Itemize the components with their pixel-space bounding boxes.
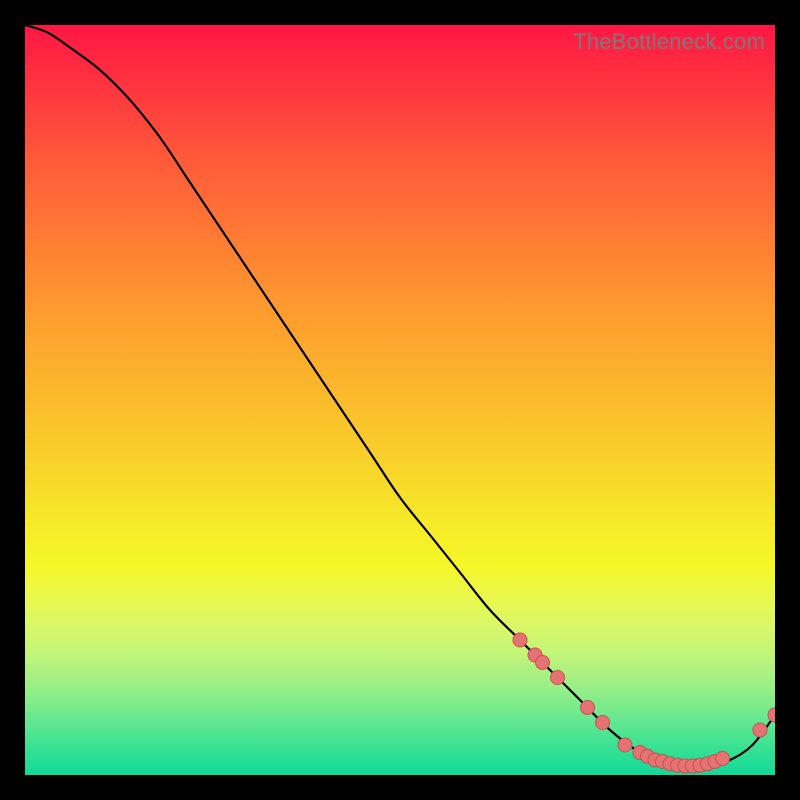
data-marker [716,752,730,766]
curve-overlay [25,25,775,775]
data-marker [753,723,767,737]
data-marker [513,633,527,647]
plot-area: TheBottleneck.com [25,25,775,775]
data-marker [551,671,565,685]
data-marker [618,738,632,752]
data-marker [596,716,610,730]
data-marker [536,656,550,670]
chart-frame: TheBottleneck.com [0,0,800,800]
bottleneck-curve [25,25,775,768]
marker-layer [513,633,775,773]
data-marker [768,708,775,722]
data-marker [581,701,595,715]
